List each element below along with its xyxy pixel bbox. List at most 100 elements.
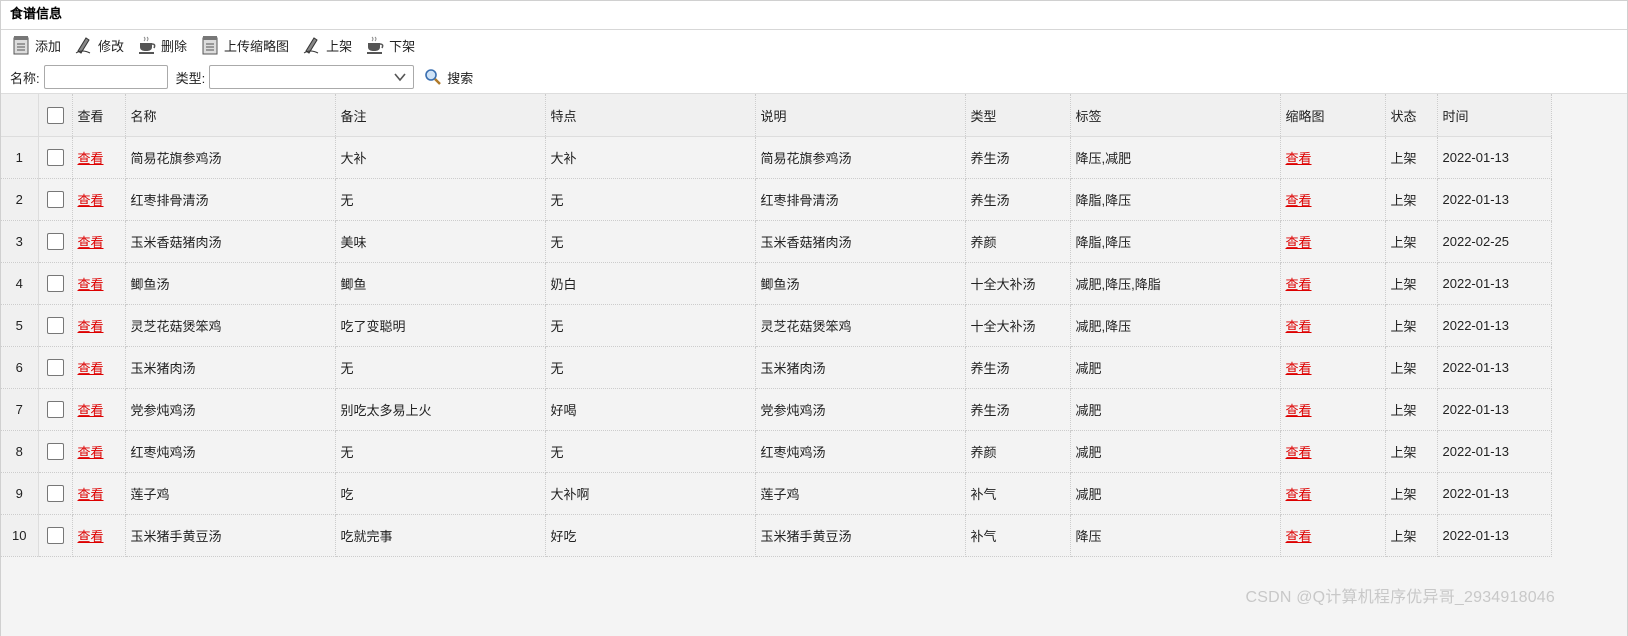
pen-icon — [74, 35, 94, 55]
upload-thumb-button[interactable]: 上传缩略图 — [200, 35, 289, 55]
header-name[interactable]: 名称 — [125, 94, 336, 137]
view-link[interactable]: 查看 — [78, 487, 104, 502]
row-checkbox[interactable] — [46, 527, 64, 545]
list-button[interactable]: 上架 — [302, 35, 352, 55]
delete-button[interactable]: 删除 — [137, 35, 187, 55]
view-link[interactable]: 查看 — [78, 151, 104, 166]
thumb-link[interactable]: 查看 — [1286, 403, 1312, 418]
row-number: 10 — [1, 514, 39, 557]
name-input[interactable] — [43, 65, 168, 89]
view-link[interactable]: 查看 — [78, 193, 104, 208]
feature-cell: 无 — [545, 178, 756, 221]
row-checkbox[interactable] — [46, 275, 64, 293]
table-row[interactable]: 4 查看 鲫鱼汤 鲫鱼 奶白 鲫鱼汤 十全大补汤 减肥,降压,降脂 查看 上架 2022-01-13 — [1, 262, 1552, 305]
thumb-link[interactable]: 查看 — [1286, 445, 1312, 460]
type-select[interactable] — [209, 65, 415, 89]
status-cell: 上架 — [1385, 262, 1438, 305]
toolbar: 添加 修改 删除 上传缩略图 上架 下架 — [1, 30, 1627, 60]
row-checkbox[interactable] — [46, 149, 64, 167]
thumb-link[interactable]: 查看 — [1286, 277, 1312, 292]
view-link[interactable]: 查看 — [78, 529, 104, 544]
table-row[interactable]: 2 查看 红枣排骨清汤无无红枣排骨清汤 养生汤 降脂,降压 查看 上架 2022-01-13 — [1, 178, 1552, 221]
recipe-table: 查看 名称 备注 特点 说明 类型 标签 缩略图 状态 时间 1 查看 简易花旗参鸡… — [1, 94, 1552, 557]
view-cell: 查看 — [72, 472, 126, 515]
row-checkbox[interactable] — [46, 359, 64, 377]
name-cell: 简易花旗参鸡汤 — [125, 136, 336, 179]
type-cell: 十全大补汤 — [965, 262, 1071, 305]
unlist-button[interactable]: 下架 — [365, 35, 415, 55]
thumb-cell: 查看 — [1280, 178, 1386, 221]
header-desc[interactable]: 说明 — [755, 94, 966, 137]
view-link[interactable]: 查看 — [78, 403, 104, 418]
thumb-link[interactable]: 查看 — [1286, 151, 1312, 166]
header-status[interactable]: 状态 — [1385, 94, 1438, 137]
table-row[interactable]: 5 查看 灵芝花菇煲笨鸡 吃了变聪明无灵芝花菇煲笨鸡 十全大补汤 减肥,降压 查看 上架 202… — [1, 304, 1552, 347]
table-row[interactable]: 3 查看 玉米香菇猪肉汤 美味无玉米香菇猪肉汤 养颜 降脂,降压 查看 上架 2022-02-2… — [1, 220, 1552, 263]
unlist-button-label: 下架 — [389, 38, 416, 54]
thumb-cell: 查看 — [1280, 136, 1386, 179]
row-checkbox-cell — [38, 514, 73, 557]
remark-cell: 鲫鱼 — [335, 262, 546, 305]
tags-cell: 降脂,降压 — [1070, 178, 1281, 221]
time-cell: 2022-01-13 — [1437, 304, 1552, 347]
status-cell: 上架 — [1385, 514, 1438, 557]
row-checkbox-cell — [38, 346, 73, 389]
row-number: 9 — [1, 472, 39, 515]
header-remark[interactable]: 备注 — [335, 94, 546, 137]
tags-cell: 减肥 — [1070, 430, 1281, 473]
row-number: 5 — [1, 304, 39, 347]
name-cell: 玉米香菇猪肉汤 — [125, 220, 336, 263]
select-all-checkbox[interactable] — [46, 106, 64, 124]
row-checkbox[interactable] — [46, 233, 64, 251]
panel-title: 食谱信息 — [1, 1, 1627, 30]
row-number: 1 — [1, 136, 39, 179]
remark-cell: 吃就完事 — [335, 514, 546, 557]
view-cell: 查看 — [72, 136, 126, 179]
header-thumb[interactable]: 缩略图 — [1280, 94, 1386, 137]
thumb-link[interactable]: 查看 — [1286, 487, 1312, 502]
header-tags[interactable]: 标签 — [1070, 94, 1281, 137]
view-link[interactable]: 查看 — [78, 445, 104, 460]
header-type[interactable]: 类型 — [965, 94, 1071, 137]
view-link[interactable]: 查看 — [78, 319, 104, 334]
header-feature[interactable]: 特点 — [545, 94, 756, 137]
row-checkbox-cell — [38, 262, 73, 305]
notepad-icon — [200, 35, 220, 55]
thumb-cell: 查看 — [1280, 346, 1386, 389]
row-number: 2 — [1, 178, 39, 221]
view-link[interactable]: 查看 — [78, 235, 104, 250]
table-row[interactable]: 7 查看 党参炖鸡汤 别吃太多易上火 好喝 党参炖鸡汤 养生汤 减肥 查看 上架 2022-01-1… — [1, 388, 1552, 431]
tags-cell: 减肥 — [1070, 346, 1281, 389]
thumb-link[interactable]: 查看 — [1286, 193, 1312, 208]
add-button[interactable]: 添加 — [11, 35, 61, 55]
row-checkbox[interactable] — [46, 191, 64, 209]
view-link[interactable]: 查看 — [78, 277, 104, 292]
view-link[interactable]: 查看 — [78, 361, 104, 376]
thumb-link[interactable]: 查看 — [1286, 529, 1312, 544]
header-time[interactable]: 时间 — [1437, 94, 1552, 137]
status-cell: 上架 — [1385, 178, 1438, 221]
thumb-link[interactable]: 查看 — [1286, 319, 1312, 334]
feature-cell: 无 — [545, 430, 756, 473]
row-checkbox-cell — [38, 430, 73, 473]
table-row[interactable]: 6 查看 玉米猪肉汤无无玉米猪肉汤 养生汤 减肥 查看 上架 2022-01-13 — [1, 346, 1552, 389]
row-checkbox[interactable] — [46, 401, 64, 419]
table-row[interactable]: 1 查看 简易花旗参鸡汤 大补 大补 简易花旗参鸡汤 养生汤 降压,减肥 查看 上架 2022-01… — [1, 136, 1552, 179]
table-row[interactable]: 9 查看 莲子鸡吃大补啊 莲子鸡 补气 减肥 查看 上架 2022-01-13 — [1, 472, 1552, 515]
row-checkbox[interactable] — [46, 317, 64, 335]
tags-cell: 减肥 — [1070, 472, 1281, 515]
pen-icon — [302, 35, 322, 55]
edit-button[interactable]: 修改 — [74, 35, 124, 55]
header-view[interactable]: 查看 — [72, 94, 126, 137]
thumb-link[interactable]: 查看 — [1286, 235, 1312, 250]
table-row[interactable]: 8 查看 红枣炖鸡汤无无红枣炖鸡汤 养颜 减肥 查看 上架 2022-01-13 — [1, 430, 1552, 473]
row-checkbox[interactable] — [46, 443, 64, 461]
row-checkbox[interactable] — [46, 485, 64, 503]
view-cell: 查看 — [72, 262, 126, 305]
desc-cell: 鲫鱼汤 — [755, 262, 966, 305]
thumb-link[interactable]: 查看 — [1286, 361, 1312, 376]
search-button[interactable]: 搜索 — [424, 68, 473, 87]
row-number: 4 — [1, 262, 39, 305]
teacup-icon — [365, 35, 385, 55]
table-row[interactable]: 10 查看 玉米猪手黄豆汤 吃就完事 好吃 玉米猪手黄豆汤 补气 降压 查看 上架 2022-01-… — [1, 514, 1552, 557]
